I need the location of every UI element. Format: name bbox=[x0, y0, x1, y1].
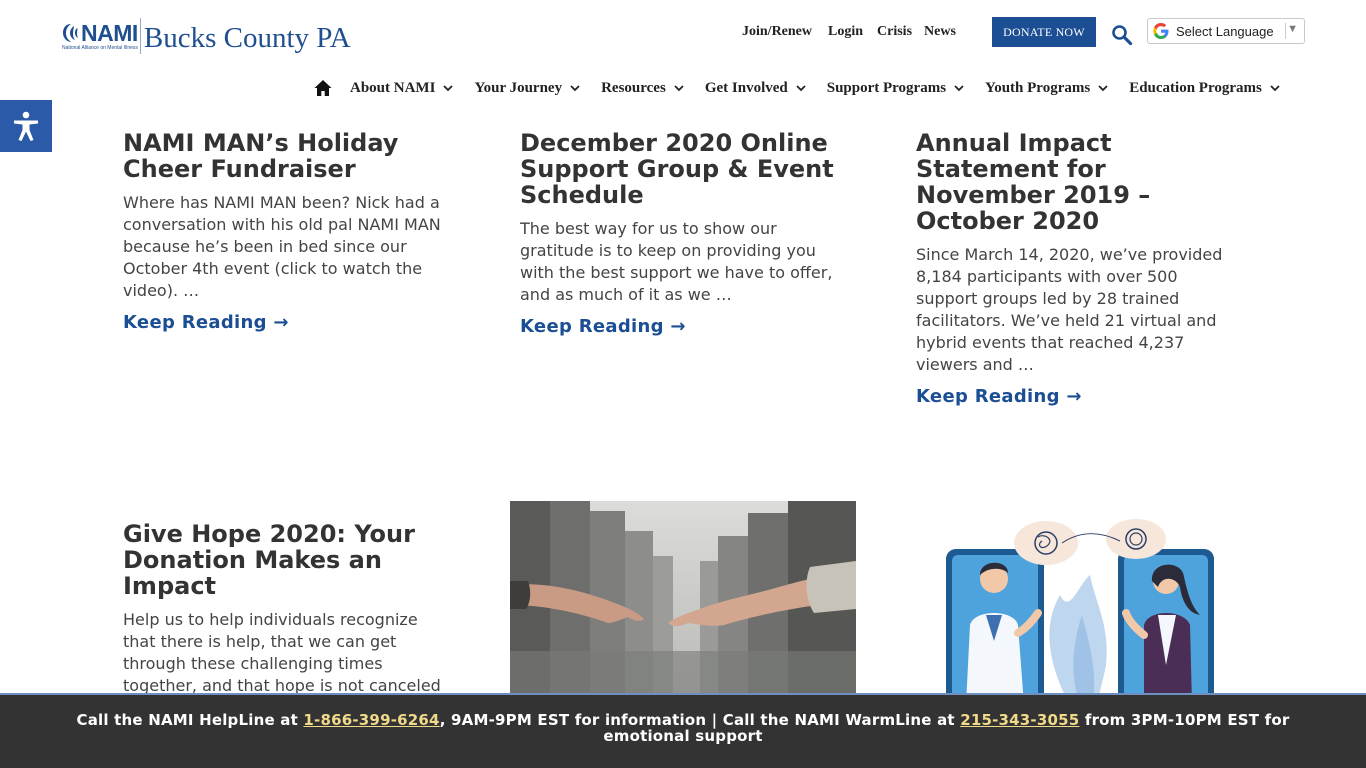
logo-text: Bucks County PA bbox=[143, 22, 351, 54]
logo-brand: NAMI bbox=[81, 19, 138, 46]
chevron-down-icon bbox=[954, 85, 964, 92]
dropdown-arrow-icon: ▼ bbox=[1287, 23, 1298, 35]
helpline-text: Call the NAMI HelpLine at 1-866-399-6264… bbox=[0, 712, 1366, 744]
news-link[interactable]: News bbox=[918, 24, 962, 40]
nav-about-nami[interactable]: About NAMI bbox=[350, 79, 454, 97]
crisis-link[interactable]: Crisis bbox=[871, 24, 918, 40]
nav-label: Resources bbox=[601, 79, 666, 96]
reaching-hands-image[interactable] bbox=[510, 501, 856, 701]
post-title[interactable]: December 2020 Online Support Group & Eve… bbox=[520, 130, 850, 208]
post-title[interactable]: NAMI MAN’s Holiday Cheer Fundraiser bbox=[123, 130, 453, 182]
chevron-down-icon bbox=[1098, 85, 1108, 92]
helpline-bar: Call the NAMI HelpLine at 1-866-399-6264… bbox=[0, 693, 1366, 768]
post-title[interactable]: Give Hope 2020: Your Donation Makes an I… bbox=[123, 521, 448, 599]
nav-get-involved[interactable]: Get Involved bbox=[705, 80, 806, 97]
helpline-phone-link[interactable]: 1-866-399-6264 bbox=[303, 711, 439, 729]
post-card: Give Hope 2020: Your Donation Makes an I… bbox=[123, 521, 448, 697]
nami-swirl-icon bbox=[63, 23, 78, 42]
accessibility-icon bbox=[14, 111, 38, 141]
join-renew-link[interactable]: Join/Renew bbox=[736, 24, 818, 40]
chevron-down-icon bbox=[674, 85, 684, 92]
donate-now-button[interactable]: DONATE NOW bbox=[992, 17, 1096, 47]
post-excerpt: Where has NAMI MAN been? Nick had a conv… bbox=[123, 193, 441, 300]
nav-support-programs[interactable]: Support Programs bbox=[827, 80, 964, 97]
nav-label: Your Journey bbox=[474, 79, 563, 96]
accessibility-button[interactable] bbox=[0, 100, 52, 152]
keep-reading-link[interactable]: Keep Reading → bbox=[520, 316, 686, 337]
chevron-down-icon bbox=[570, 85, 580, 92]
logo-tagline: National Alliance on Mental Illness bbox=[62, 44, 138, 51]
post-card: NAMI MAN’s Holiday Cheer Fundraiser Wher… bbox=[123, 130, 453, 333]
nav-label: About NAMI bbox=[350, 79, 436, 96]
nav-label: Get Involved bbox=[704, 79, 788, 96]
home-icon[interactable] bbox=[313, 78, 333, 98]
main-nav: About NAMI Your Journey Resources Get In… bbox=[311, 76, 1301, 100]
nav-label: Support Programs bbox=[826, 79, 947, 96]
login-link[interactable]: Login bbox=[822, 24, 869, 40]
therapy-illustration-image[interactable] bbox=[930, 515, 1230, 705]
chevron-down-icon bbox=[443, 85, 454, 92]
post-excerpt: Since March 14, 2020, we’ve provided 8,1… bbox=[916, 245, 1223, 374]
site-logo[interactable]: NAMI National Alliance on Mental Illness… bbox=[62, 18, 351, 54]
post-title[interactable]: Annual Impact Statement for November 201… bbox=[916, 130, 1232, 234]
post-card: December 2020 Online Support Group & Eve… bbox=[520, 130, 850, 337]
warmline-phone-link[interactable]: 215-343-3055 bbox=[960, 711, 1079, 729]
language-label: Select Language bbox=[1176, 23, 1274, 39]
utility-links: Join/Renew Login Crisis News bbox=[736, 17, 962, 47]
nami-logo-mark: NAMI National Alliance on Mental Illness bbox=[62, 19, 138, 51]
search-icon[interactable] bbox=[1111, 24, 1133, 46]
keep-reading-link[interactable]: Keep Reading → bbox=[916, 386, 1082, 407]
chevron-down-icon bbox=[1270, 85, 1280, 92]
language-divider bbox=[1285, 23, 1286, 39]
helpline-intro: Call the NAMI HelpLine at bbox=[76, 711, 304, 729]
nav-education-programs[interactable]: Education Programs bbox=[1129, 80, 1280, 97]
nav-youth-programs[interactable]: Youth Programs bbox=[985, 80, 1108, 97]
nav-your-journey[interactable]: Your Journey bbox=[474, 80, 580, 97]
google-g-icon bbox=[1153, 23, 1169, 39]
keep-reading-link[interactable]: Keep Reading → bbox=[123, 312, 289, 333]
nav-label: Youth Programs bbox=[985, 79, 1091, 96]
nav-resources[interactable]: Resources bbox=[601, 80, 684, 97]
post-card: Annual Impact Statement for November 201… bbox=[916, 130, 1232, 407]
chevron-down-icon bbox=[796, 85, 806, 92]
post-excerpt: Help us to help individuals recognize th… bbox=[123, 610, 441, 695]
language-select[interactable]: Select Language ▼ bbox=[1147, 18, 1305, 44]
logo-divider bbox=[139, 18, 141, 54]
nav-label: Education Programs bbox=[1129, 79, 1262, 96]
post-excerpt: The best way for us to show our gratitud… bbox=[520, 219, 833, 304]
